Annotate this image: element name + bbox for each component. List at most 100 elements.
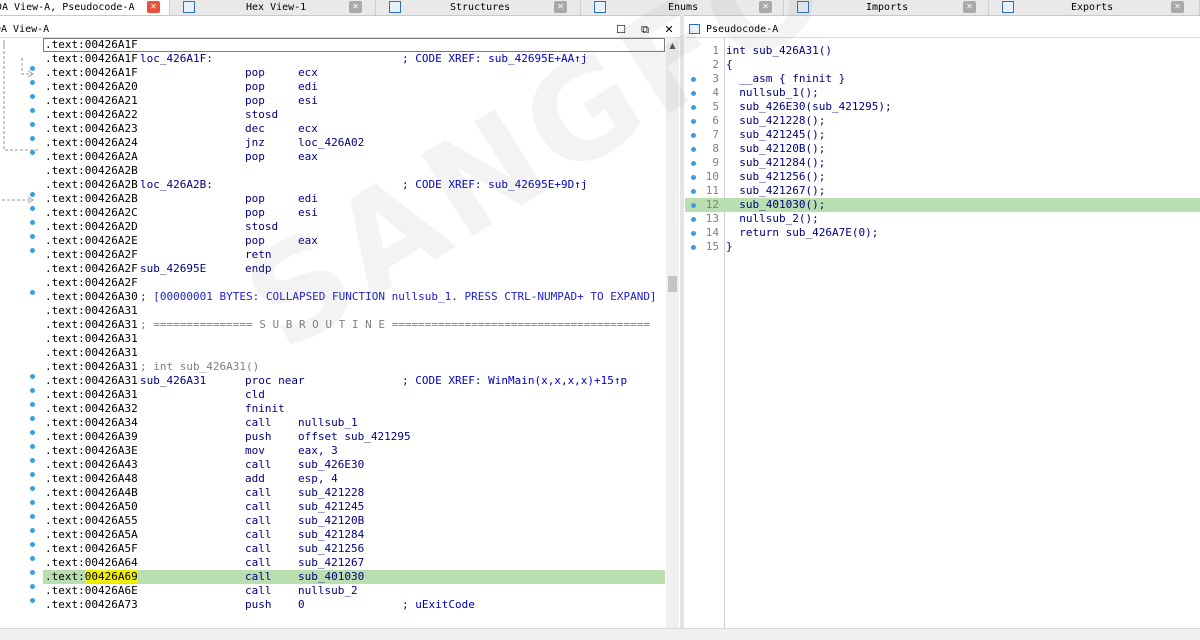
operand[interactable]: sub_421267 [298, 556, 364, 570]
disasm-line[interactable]: .text:00426A34 call nullsub_1 [43, 416, 665, 430]
breakpoint-dot[interactable] [30, 500, 35, 505]
operand[interactable]: sub_421228 [298, 486, 364, 500]
disasm-line[interactable]: .text:00426A20 pop edi [43, 80, 665, 94]
disasm-line[interactable]: .text:00426A1F loc_426A1F: ; CODE XREF: su… [43, 52, 665, 66]
tab-imports[interactable]: Imports ✕ [785, 0, 989, 15]
disasm-line[interactable]: .text:00426A2E pop eax [43, 234, 665, 248]
operand[interactable]: eax [298, 150, 318, 164]
disasm-line[interactable]: .text:00426A73 push 0 ; uExitCode [43, 598, 665, 612]
breakpoint-dot[interactable] [30, 402, 35, 407]
disasm-line[interactable]: .text:00426A5F call sub_421256 [43, 542, 665, 556]
operand[interactable]: sub_421256 [298, 542, 364, 556]
pseudocode-line[interactable]: 15} [685, 240, 1200, 254]
disasm-line[interactable]: .text:00426A31 [43, 346, 665, 360]
disasm-line[interactable]: .text:00426A2F sub_42695E endp [43, 262, 665, 276]
disasm-line[interactable]: .text:00426A2A pop eax [43, 150, 665, 164]
operand[interactable]: eax, 3 [298, 444, 338, 458]
pseudocode-line[interactable]: 11 sub_421267(); [685, 184, 1200, 198]
disasm-line[interactable]: .text:00426A4B call sub_421228 [43, 486, 665, 500]
close-icon[interactable]: ✕ [1171, 1, 1184, 13]
pseudocode-line[interactable]: 9 sub_421284(); [685, 156, 1200, 170]
disasm-line[interactable]: .text:00426A23 dec ecx [43, 122, 665, 136]
disasm-line[interactable]: .text:00426A43 call sub_426E30 [43, 458, 665, 472]
breakpoint-dot[interactable] [30, 122, 35, 127]
close-icon[interactable]: ✕ [554, 1, 567, 13]
operand[interactable]: edi [298, 192, 318, 206]
close-icon[interactable]: ✕ [759, 1, 772, 13]
disasm-line[interactable]: .text:00426A24 jnz loc_426A02 [43, 136, 665, 150]
breakpoint-dot[interactable] [30, 108, 35, 113]
float-icon[interactable]: ⧉ [638, 22, 652, 37]
operand[interactable]: esp, 4 [298, 472, 338, 486]
restore-icon[interactable]: ☐ [614, 22, 628, 37]
operand[interactable]: sub_401030 [298, 570, 364, 584]
breakpoint-dot[interactable] [30, 472, 35, 477]
disasm-line[interactable]: .text:00426A31; =============== S U B R … [43, 318, 665, 332]
disasm-line[interactable]: .text:00426A2D stosd [43, 220, 665, 234]
breakpoint-dot[interactable] [30, 290, 35, 295]
disasm-line[interactable]: .text:00426A2B [43, 164, 665, 178]
operand[interactable]: ecx [298, 122, 318, 136]
operand[interactable]: esi [298, 206, 318, 220]
disasm-line[interactable]: .text:00426A1F pop ecx [43, 66, 665, 80]
disasm-line[interactable]: .text:00426A6E call nullsub_2 [43, 584, 665, 598]
scroll-up-icon[interactable]: ▲ [666, 40, 679, 52]
breakpoint-dot[interactable] [30, 374, 35, 379]
close-pane-icon[interactable]: ✕ [662, 22, 676, 37]
operand[interactable]: esi [298, 94, 318, 108]
disassembly-scrollbar[interactable]: ▲ [666, 38, 679, 628]
breakpoint-dot[interactable] [30, 248, 35, 253]
breakpoint-dot[interactable] [30, 150, 35, 155]
close-icon[interactable]: ✕ [349, 1, 362, 13]
operand[interactable]: eax [298, 234, 318, 248]
operand[interactable]: ecx [298, 66, 318, 80]
pseudocode-line[interactable]: 6 sub_421228(); [685, 114, 1200, 128]
operand[interactable]: sub_421284 [298, 528, 364, 542]
disasm-line[interactable]: .text:00426A2B pop edi [43, 192, 665, 206]
breakpoint-dot[interactable] [30, 542, 35, 547]
disasm-line[interactable]: .text:00426A2B loc_426A2B: ; CODE XREF: su… [43, 178, 665, 192]
pseudocode-line[interactable]: 5 sub_426E30(sub_421295); [685, 100, 1200, 114]
pseudocode-line[interactable]: 7 sub_421245(); [685, 128, 1200, 142]
breakpoint-dot[interactable] [30, 486, 35, 491]
breakpoint-dot[interactable] [30, 136, 35, 141]
close-icon[interactable]: ✕ [963, 1, 976, 13]
breakpoint-dot[interactable] [30, 514, 35, 519]
operand[interactable]: edi [298, 80, 318, 94]
disasm-line[interactable]: .text:00426A31 [43, 304, 665, 318]
disasm-line[interactable]: .text:00426A31 [43, 332, 665, 346]
tab-hex-view[interactable]: Hex View-1 ✕ [171, 0, 376, 15]
breakpoint-dot[interactable] [30, 570, 35, 575]
breakpoint-dot[interactable] [30, 206, 35, 211]
pseudocode-line[interactable]: 8 sub_42120B(); [685, 142, 1200, 156]
operand[interactable]: nullsub_1 [298, 416, 358, 430]
operand[interactable]: sub_421245 [298, 500, 364, 514]
disasm-line[interactable]: .text:00426A5A call sub_421284 [43, 528, 665, 542]
tab-enums[interactable]: Enums ✕ [582, 0, 784, 15]
pane-splitter[interactable] [680, 15, 684, 639]
tab-structures[interactable]: Structures ✕ [377, 0, 581, 15]
close-icon[interactable]: ✕ [147, 1, 160, 13]
breakpoint-dot[interactable] [30, 556, 35, 561]
disasm-line[interactable]: .text:00426A48 add esp, 4 [43, 472, 665, 486]
pseudocode-line[interactable]: 3 __asm { fninit } [685, 72, 1200, 86]
disasm-line[interactable]: .text:00426A1F [43, 38, 665, 52]
breakpoint-dot[interactable] [30, 444, 35, 449]
breakpoint-dot[interactable] [30, 598, 35, 603]
disasm-line[interactable]: .text:00426A31 sub_426A31 proc near ; CODE … [43, 374, 665, 388]
breakpoint-dot[interactable] [30, 458, 35, 463]
disasm-line[interactable]: .text:00426A50 call sub_421245 [43, 500, 665, 514]
breakpoint-dot[interactable] [30, 388, 35, 393]
bottom-scrollbar[interactable] [0, 628, 1200, 640]
disasm-line[interactable]: .text:00426A31; int sub_426A31() [43, 360, 665, 374]
disasm-line[interactable]: .text:00426A55 call sub_42120B [43, 514, 665, 528]
breakpoint-dot[interactable] [30, 528, 35, 533]
operand[interactable]: sub_426E30 [298, 458, 364, 472]
disasm-line[interactable]: .text:00426A3E mov eax, 3 [43, 444, 665, 458]
breakpoint-dot[interactable] [30, 430, 35, 435]
operand[interactable]: offset sub_421295 [298, 430, 411, 444]
operand[interactable]: 0 [298, 598, 305, 612]
pseudocode-line[interactable]: 1 int sub_426A31() [685, 44, 1200, 58]
disasm-line[interactable]: .text:00426A21 pop esi [43, 94, 665, 108]
label[interactable]: loc_426A2B: [140, 178, 213, 192]
